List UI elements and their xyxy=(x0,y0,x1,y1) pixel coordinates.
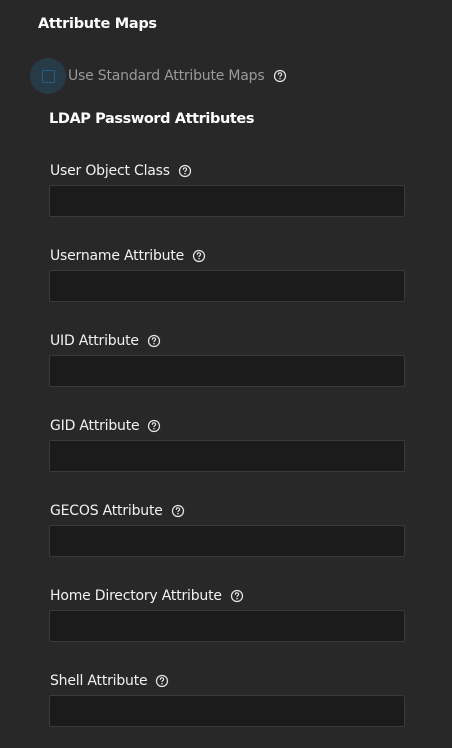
username-attribute-label: Username Attribute xyxy=(50,248,185,264)
home-directory-attribute-label: Home Directory Attribute xyxy=(50,588,222,604)
username-attribute-field: Username Attribute xyxy=(49,246,405,302)
field-label-row: GID Attribute xyxy=(50,416,405,436)
help-circle-icon[interactable] xyxy=(146,333,162,349)
gecos-attribute-field: GECOS Attribute xyxy=(49,501,405,557)
field-label-row: Username Attribute xyxy=(50,246,405,266)
field-label-row: Home Directory Attribute xyxy=(50,586,405,606)
home-directory-attribute-input[interactable] xyxy=(49,610,405,642)
gecos-attribute-label: GECOS Attribute xyxy=(50,503,163,519)
uid-attribute-label: UID Attribute xyxy=(50,333,139,349)
home-directory-attribute-field: Home Directory Attribute xyxy=(49,586,405,642)
checkbox-box[interactable] xyxy=(41,69,55,83)
help-circle-icon[interactable] xyxy=(272,68,288,84)
help-circle-icon[interactable] xyxy=(146,418,162,434)
user-object-class-input[interactable] xyxy=(49,185,405,217)
field-label-row: GECOS Attribute xyxy=(50,501,405,521)
attribute-maps-form: Attribute Maps Use Standard Attribute Ma… xyxy=(0,0,452,748)
user-object-class-label: User Object Class xyxy=(50,163,170,179)
shell-attribute-input[interactable] xyxy=(49,695,405,727)
username-attribute-input[interactable] xyxy=(49,270,405,302)
help-circle-icon[interactable] xyxy=(154,673,170,689)
user-object-class-field: User Object Class xyxy=(49,161,405,217)
use-standard-attribute-maps-label[interactable]: Use Standard Attribute Maps xyxy=(68,68,265,84)
ldap-password-attributes-title: LDAP Password Attributes xyxy=(49,111,255,127)
gid-attribute-input[interactable] xyxy=(49,440,405,472)
shell-attribute-field: Shell Attribute xyxy=(49,671,405,727)
field-label-row: User Object Class xyxy=(50,161,405,181)
gecos-attribute-input[interactable] xyxy=(49,525,405,557)
uid-attribute-input[interactable] xyxy=(49,355,405,387)
help-circle-icon[interactable] xyxy=(177,163,193,179)
use-standard-attribute-maps-checkbox[interactable] xyxy=(30,58,66,94)
help-circle-icon[interactable] xyxy=(170,503,186,519)
section-title: Attribute Maps xyxy=(38,16,157,32)
help-circle-icon[interactable] xyxy=(229,588,245,604)
field-label-row: Shell Attribute xyxy=(50,671,405,691)
help-circle-icon[interactable] xyxy=(191,248,207,264)
gid-attribute-field: GID Attribute xyxy=(49,416,405,472)
field-label-row: UID Attribute xyxy=(50,331,405,351)
gid-attribute-label: GID Attribute xyxy=(50,418,140,434)
uid-attribute-field: UID Attribute xyxy=(49,331,405,387)
use-standard-attribute-maps-row[interactable]: Use Standard Attribute Maps xyxy=(30,58,288,94)
shell-attribute-label: Shell Attribute xyxy=(50,673,148,689)
